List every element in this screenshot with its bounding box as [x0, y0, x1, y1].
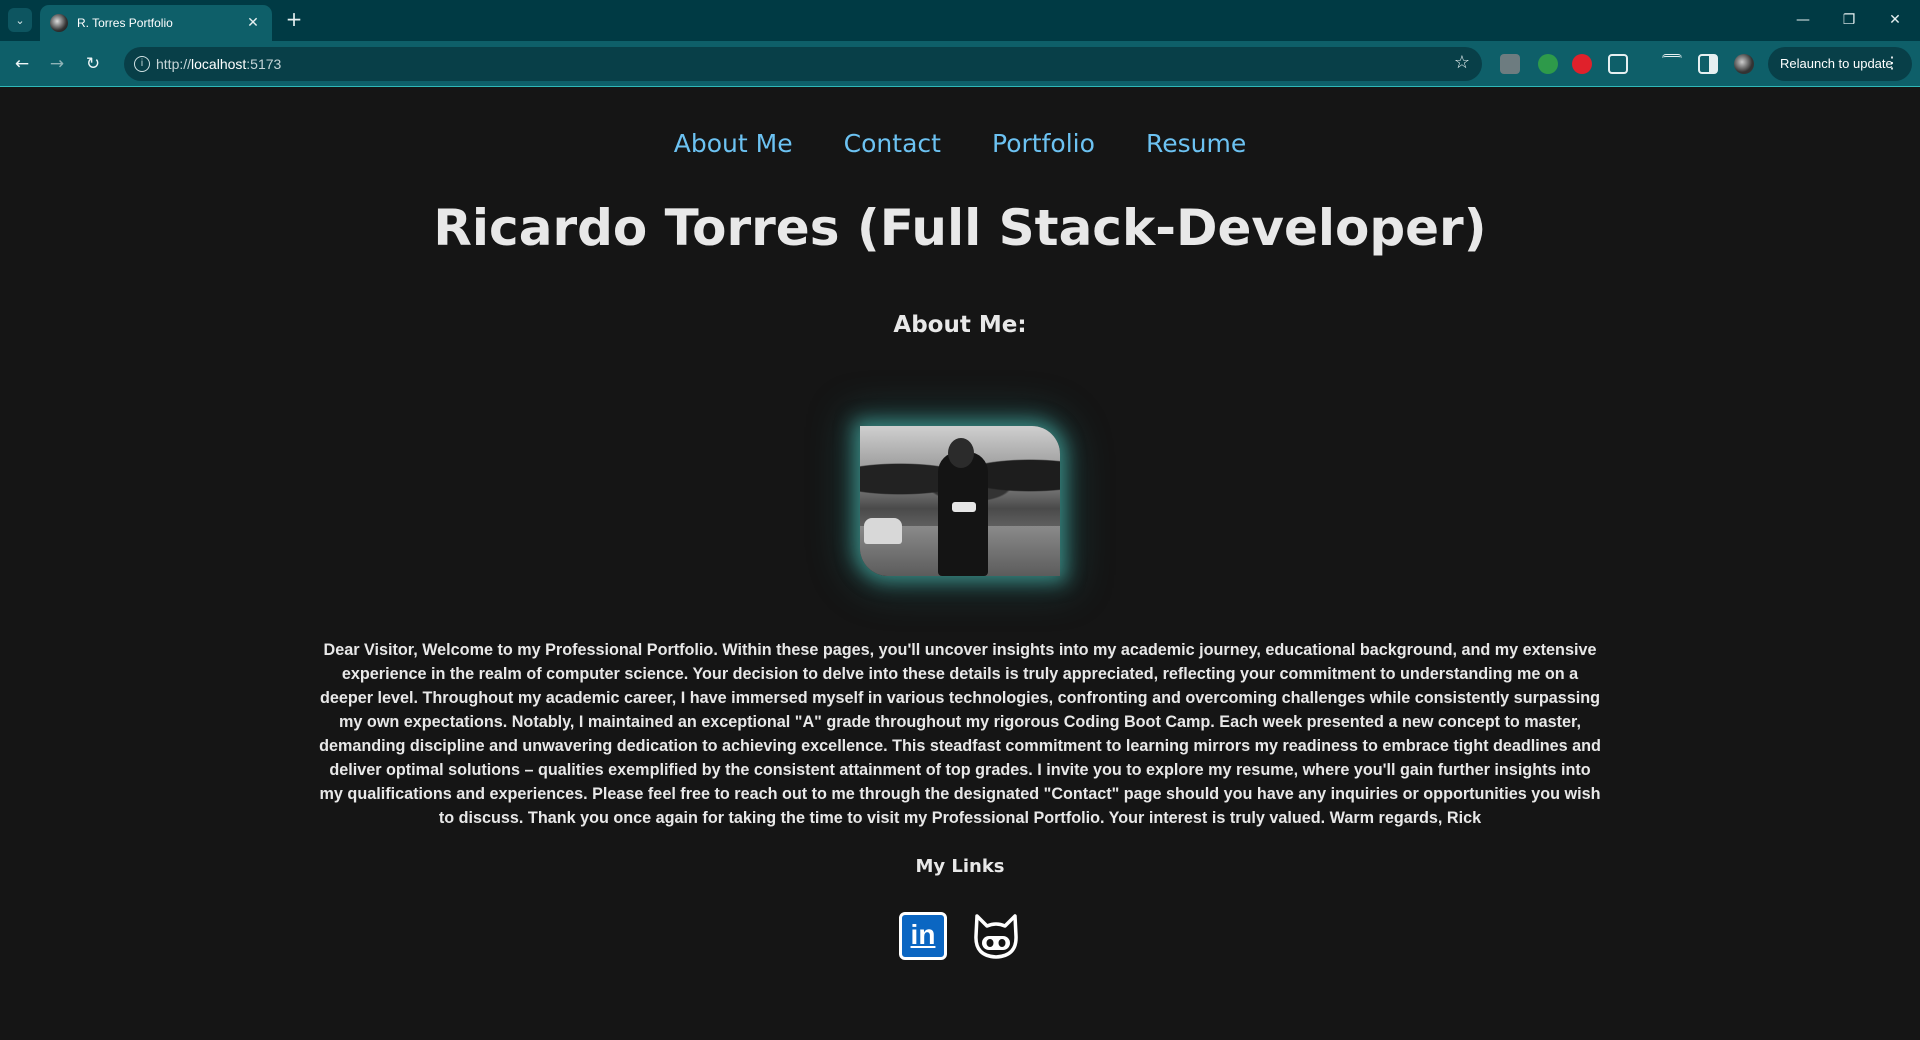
- nav-about-me[interactable]: About Me: [674, 129, 793, 158]
- close-window-button[interactable]: ✕: [1872, 6, 1918, 34]
- close-tab-icon[interactable]: ✕: [244, 15, 262, 31]
- about-heading: About Me:: [893, 312, 1027, 338]
- reload-button[interactable]: ↻: [79, 50, 107, 78]
- browser-tab-strip: ⌄ R. Torres Portfolio ✕ + — ❐ ✕: [0, 0, 1920, 41]
- extensions-puzzle-icon[interactable]: [1608, 54, 1628, 74]
- restore-button[interactable]: ❐: [1826, 6, 1872, 34]
- profile-photo: [860, 426, 1060, 576]
- url-text[interactable]: http://localhost:5173: [156, 56, 281, 72]
- profile-avatar[interactable]: [1734, 54, 1754, 74]
- tab-title: R. Torres Portfolio: [77, 16, 173, 30]
- page-title: Ricardo Torres (Full Stack-Developer): [433, 199, 1487, 257]
- favicon-icon: [50, 14, 68, 32]
- menu-dots-icon[interactable]: ⋮: [1884, 47, 1900, 81]
- reading-list-icon[interactable]: [1662, 54, 1682, 74]
- portfolio-page: About Me Contact Portfolio Resume Ricard…: [0, 87, 1920, 1040]
- browser-tab[interactable]: R. Torres Portfolio ✕: [40, 5, 272, 41]
- tab-search-button[interactable]: ⌄: [8, 8, 32, 32]
- bio-paragraph: Dear Visitor, Welcome to my Professional…: [319, 641, 1601, 827]
- bookmark-star-icon[interactable]: ☆: [1454, 52, 1470, 73]
- nav-resume[interactable]: Resume: [1146, 129, 1246, 158]
- site-nav: About Me Contact Portfolio Resume: [0, 129, 1920, 158]
- github-icon[interactable]: [971, 912, 1019, 960]
- forward-button[interactable]: →: [43, 50, 71, 78]
- relaunch-button[interactable]: Relaunch to update ⋮: [1768, 47, 1912, 81]
- nav-contact[interactable]: Contact: [844, 129, 941, 158]
- linkedin-icon[interactable]: in: [899, 912, 947, 960]
- extension-icon[interactable]: [1500, 54, 1520, 74]
- links-heading: My Links: [915, 856, 1005, 877]
- address-bar[interactable]: i http://localhost:5173 ☆: [124, 47, 1482, 81]
- back-button[interactable]: ←: [8, 50, 36, 78]
- nav-portfolio[interactable]: Portfolio: [992, 129, 1095, 158]
- new-tab-button[interactable]: +: [282, 8, 306, 32]
- minimize-button[interactable]: —: [1780, 6, 1826, 34]
- extension-shield-icon[interactable]: [1538, 54, 1558, 74]
- side-panel-icon[interactable]: [1698, 54, 1718, 74]
- site-info-icon[interactable]: i: [134, 56, 150, 72]
- youtube-extension-icon[interactable]: [1572, 54, 1592, 74]
- browser-toolbar: ← → ↻ i http://localhost:5173 ☆ Relaunch…: [0, 41, 1920, 87]
